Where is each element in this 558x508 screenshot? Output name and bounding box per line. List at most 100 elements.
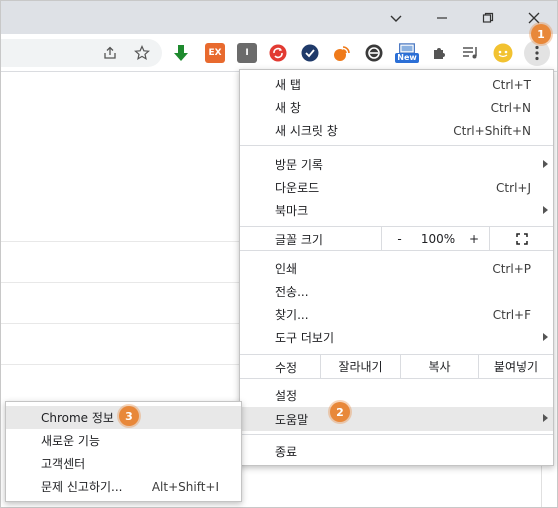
menu-item-history[interactable]: 방문 기록 [240,153,553,176]
menu-item-exit[interactable]: 종료 [240,440,553,463]
title-bar [1,1,557,34]
menu-item-shortcut: Ctrl+T [492,77,531,92]
kebab-menu-icon [535,45,539,61]
menu-item-label: 새 창 [275,101,301,115]
menu-item-shortcut: Ctrl+F [492,307,531,322]
avatar-icon [493,43,513,63]
zoom-label: 글꼴 크기 [275,233,323,247]
menu-item-help[interactable]: 도움말 [240,407,553,431]
fullscreen-button[interactable] [489,227,553,250]
extension-e-logo[interactable] [364,43,384,63]
share-button[interactable] [98,41,122,65]
menu-item-label: 다운로드 [275,181,320,195]
restore-icon [482,12,494,23]
extension-download-arrow[interactable] [171,43,191,63]
extension-new[interactable]: New [395,43,419,63]
badge-number: 2 [336,405,344,419]
extension-ex[interactable]: EX [205,43,225,63]
zoom-out-button[interactable]: - [381,227,417,250]
zoom-row: 글꼴 크기 - 100% + [240,226,553,251]
menu-item-find[interactable]: 찾기... Ctrl+F [240,303,553,326]
menu-separator [240,434,553,435]
i-label: I [245,48,249,58]
menu-item-label: 전송... [275,285,309,299]
new-badge: New [395,53,419,63]
chrome-menu-button[interactable] [524,40,550,66]
edit-row: 수정 잘라내기 복사 붙여넣기 [240,354,553,379]
menu-item-label: 도움말 [275,412,309,427]
tab-search-button[interactable] [373,1,419,34]
chrome-main-menu: 새 탭 Ctrl+T 새 창 Ctrl+N 새 시크릿 창 Ctrl+Shift… [239,69,554,466]
menu-item-downloads[interactable]: 다운로드 Ctrl+J [240,176,553,199]
reading-list-button[interactable] [461,43,481,63]
menu-item-shortcut: Ctrl+P [492,261,531,276]
submenu-item-label: 고객센터 [41,457,86,471]
close-icon [528,12,540,23]
menu-item-new-tab[interactable]: 새 탭 Ctrl+T [240,73,553,96]
minimize-button[interactable] [419,1,465,34]
extensions-button[interactable] [429,43,449,63]
menu-item-shortcut: Ctrl+N [490,100,531,115]
menu-item-shortcut: Ctrl+J [496,180,531,195]
menu-item-label: 인쇄 [275,262,298,276]
divider [1,241,241,242]
cut-button[interactable]: 잘라내기 [320,355,400,378]
extension-red-refresh[interactable] [268,43,288,63]
divider [1,282,241,283]
toolbar: EX I New [1,34,557,72]
submenu-arrow-icon [543,206,548,214]
divider [1,323,241,324]
badge-number: 1 [537,27,545,41]
submenu-arrow-icon [543,160,548,168]
submenu-item-shortcut: Alt+Shift+I [151,479,219,494]
menu-item-label: 북마크 [275,204,309,218]
check-circle-icon [301,44,319,62]
submenu-item-label: 새로운 기능 [41,434,101,448]
orange-signal-icon [334,46,350,61]
menu-item-label: 도구 더보기 [275,331,335,345]
fullscreen-icon [515,232,528,245]
menu-item-label: 설정 [275,389,298,403]
profile-avatar[interactable] [493,43,513,63]
zoom-minus-label: - [397,231,402,246]
step-badge-1: 1 [531,24,551,44]
menu-item-cast[interactable]: 전송... [240,280,553,303]
menu-item-incognito[interactable]: 새 시크릿 창 Ctrl+Shift+N [240,119,553,142]
puzzle-icon [434,48,445,59]
reading-list-icon [463,47,477,59]
menu-item-print[interactable]: 인쇄 Ctrl+P [240,257,553,280]
menu-item-shortcut: Ctrl+Shift+N [453,123,531,138]
menu-item-label: 새 탭 [275,78,301,92]
cut-label: 잘라내기 [338,360,383,374]
menu-item-label: 방문 기록 [275,158,323,172]
zoom-value: 100% [420,231,456,246]
submenu-item-help-center[interactable]: 고객센터 [6,452,241,475]
paste-button[interactable]: 붙여넣기 [478,355,553,378]
menu-item-new-window[interactable]: 새 창 Ctrl+N [240,96,553,119]
menu-item-label: 종료 [275,445,298,459]
badge-number: 3 [125,409,133,423]
extension-orange-wifi[interactable] [332,43,352,63]
menu-item-more-tools[interactable]: 도구 더보기 [240,326,553,349]
edit-label: 수정 [275,361,298,375]
menu-separator [240,145,553,146]
bookmark-star-button[interactable] [130,41,154,65]
restore-button[interactable] [465,1,511,34]
zoom-level: 100% [417,227,459,250]
submenu-item-whats-new[interactable]: 새로운 기능 [6,429,241,452]
green-down-arrow-icon [174,45,188,61]
extension-checkmark[interactable] [300,43,320,63]
copy-button[interactable]: 복사 [400,355,478,378]
menu-item-bookmarks[interactable]: 북마크 [240,199,553,222]
minimize-icon [437,16,447,19]
submenu-item-label: Chrome 정보 [41,411,114,425]
extension-i[interactable]: I [237,43,257,63]
step-badge-3: 3 [119,406,139,426]
menu-item-settings[interactable]: 설정 [240,384,553,407]
divider [1,364,241,365]
share-icon [104,46,116,59]
zoom-in-button[interactable]: + [459,227,489,250]
chevron-down-icon [390,15,402,22]
submenu-arrow-icon [543,333,548,341]
submenu-item-report-issue[interactable]: 문제 신고하기... Alt+Shift+I [6,475,241,498]
